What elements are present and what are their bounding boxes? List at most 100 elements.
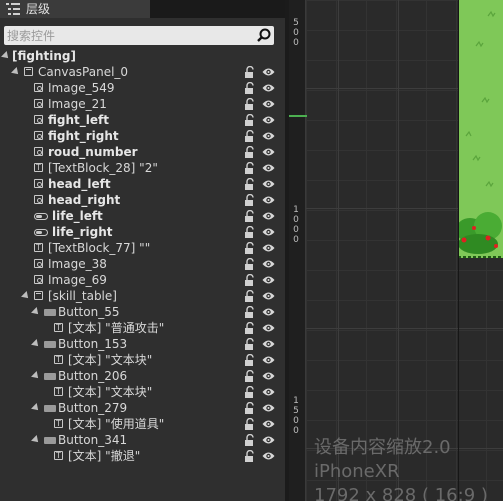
tree-row-label: [文本] "文本块" bbox=[68, 353, 153, 367]
tree-row[interactable]: Image_21 bbox=[0, 96, 285, 112]
image-icon bbox=[34, 115, 43, 124]
lock-icon[interactable] bbox=[244, 450, 256, 462]
expand-arrow-icon[interactable] bbox=[31, 307, 41, 317]
grid-line bbox=[306, 328, 503, 329]
eye-icon[interactable] bbox=[262, 243, 275, 253]
lock-icon[interactable] bbox=[244, 434, 256, 446]
eye-icon[interactable] bbox=[262, 355, 275, 365]
search-input[interactable] bbox=[7, 26, 247, 45]
eye-icon[interactable] bbox=[262, 371, 275, 381]
tree-row[interactable]: roud_number bbox=[0, 144, 285, 160]
tree-row[interactable]: Button_206 bbox=[0, 368, 285, 384]
tree-row[interactable]: head_left bbox=[0, 176, 285, 192]
eye-icon[interactable] bbox=[262, 83, 275, 93]
lock-icon[interactable] bbox=[244, 338, 256, 350]
lock-icon[interactable] bbox=[244, 98, 256, 110]
tree-row[interactable]: fight_left bbox=[0, 112, 285, 128]
lock-icon[interactable] bbox=[244, 322, 256, 334]
expand-arrow-icon[interactable] bbox=[1, 51, 11, 61]
tree-row[interactable]: [fighting] bbox=[0, 48, 285, 64]
designer-viewport[interactable]: 5 0 0 1 0 0 0 1 5 0 0 设备内容缩放2.0 iPhoneXR… bbox=[289, 0, 503, 501]
eye-icon[interactable] bbox=[262, 435, 275, 445]
tab-hierarchy[interactable]: 层级 bbox=[0, 0, 150, 18]
eye-icon[interactable] bbox=[262, 387, 275, 397]
tree-row[interactable]: fight_right bbox=[0, 128, 285, 144]
eye-icon[interactable] bbox=[262, 147, 275, 157]
eye-icon[interactable] bbox=[262, 163, 275, 173]
eye-icon[interactable] bbox=[262, 195, 275, 205]
lock-icon[interactable] bbox=[244, 226, 256, 238]
tree-row-label: Image_21 bbox=[48, 97, 107, 111]
eye-icon[interactable] bbox=[262, 227, 275, 237]
tree-row[interactable]: Button_341 bbox=[0, 432, 285, 448]
tree-row[interactable]: T [文本] "撤退" bbox=[0, 448, 285, 464]
device-scale-text: 设备内容缩放2.0 bbox=[314, 437, 451, 458]
tree-row[interactable]: Button_153 bbox=[0, 336, 285, 352]
lock-icon[interactable] bbox=[244, 386, 256, 398]
eye-icon[interactable] bbox=[262, 291, 275, 301]
eye-icon[interactable] bbox=[262, 275, 275, 285]
tree-row-label: Button_206 bbox=[58, 369, 128, 383]
lock-icon[interactable] bbox=[244, 402, 256, 414]
search-icon[interactable] bbox=[256, 28, 272, 44]
tree-row-label: [TextBlock_28] "2" bbox=[48, 161, 158, 175]
eye-icon[interactable] bbox=[262, 131, 275, 141]
button-icon bbox=[44, 405, 56, 412]
lock-icon[interactable] bbox=[244, 274, 256, 286]
expand-arrow-icon[interactable] bbox=[21, 291, 31, 301]
eye-icon[interactable] bbox=[262, 307, 275, 317]
eye-icon[interactable] bbox=[262, 179, 275, 189]
lock-icon[interactable] bbox=[244, 290, 256, 302]
tree-row[interactable]: [skill_table] bbox=[0, 288, 285, 304]
lock-icon[interactable] bbox=[244, 82, 256, 94]
lock-icon[interactable] bbox=[244, 210, 256, 222]
game-preview bbox=[456, 0, 503, 258]
expand-arrow-icon[interactable] bbox=[31, 371, 41, 381]
lock-icon[interactable] bbox=[244, 162, 256, 174]
lock-icon[interactable] bbox=[244, 418, 256, 430]
expand-arrow-icon[interactable] bbox=[31, 339, 41, 349]
lock-icon[interactable] bbox=[244, 354, 256, 366]
tree-row[interactable]: Image_38 bbox=[0, 256, 285, 272]
lock-icon[interactable] bbox=[244, 258, 256, 270]
expand-arrow-icon[interactable] bbox=[11, 67, 21, 77]
tree-row[interactable]: head_right bbox=[0, 192, 285, 208]
lock-icon[interactable] bbox=[244, 146, 256, 158]
lock-icon[interactable] bbox=[244, 178, 256, 190]
tree-row[interactable]: CanvasPanel_0 bbox=[0, 64, 285, 80]
tree-row-label: head_left bbox=[48, 177, 111, 191]
eye-icon[interactable] bbox=[262, 115, 275, 125]
tree-row[interactable]: T [TextBlock_77] "" bbox=[0, 240, 285, 256]
eye-icon[interactable] bbox=[262, 259, 275, 269]
eye-icon[interactable] bbox=[262, 339, 275, 349]
tree-row[interactable]: Button_279 bbox=[0, 400, 285, 416]
tree-row[interactable]: T [TextBlock_28] "2" bbox=[0, 160, 285, 176]
lock-icon[interactable] bbox=[244, 66, 256, 78]
eye-icon[interactable] bbox=[262, 99, 275, 109]
tree-row[interactable]: life_right bbox=[0, 224, 285, 240]
eye-icon[interactable] bbox=[262, 451, 275, 461]
eye-icon[interactable] bbox=[262, 211, 275, 221]
eye-icon[interactable] bbox=[262, 419, 275, 429]
image-icon bbox=[34, 275, 43, 284]
lock-icon[interactable] bbox=[244, 370, 256, 382]
eye-icon[interactable] bbox=[262, 403, 275, 413]
lock-icon[interactable] bbox=[244, 194, 256, 206]
lock-icon[interactable] bbox=[244, 130, 256, 142]
eye-icon[interactable] bbox=[262, 323, 275, 333]
lock-icon[interactable] bbox=[244, 114, 256, 126]
expand-arrow-icon[interactable] bbox=[31, 403, 41, 413]
expand-arrow-icon[interactable] bbox=[31, 435, 41, 445]
tree-row[interactable]: life_left bbox=[0, 208, 285, 224]
tree-row[interactable]: T [文本] "文本块" bbox=[0, 352, 285, 368]
tree-row[interactable]: T [文本] "文本块" bbox=[0, 384, 285, 400]
tree-row[interactable]: Image_69 bbox=[0, 272, 285, 288]
eye-icon[interactable] bbox=[262, 67, 275, 77]
search-box bbox=[4, 26, 274, 45]
lock-icon[interactable] bbox=[244, 306, 256, 318]
tree-row[interactable]: T [文本] "使用道具" bbox=[0, 416, 285, 432]
lock-icon[interactable] bbox=[244, 242, 256, 254]
tree-row[interactable]: Image_549 bbox=[0, 80, 285, 96]
tree-row[interactable]: Button_55 bbox=[0, 304, 285, 320]
tree-row[interactable]: T [文本] "普通攻击" bbox=[0, 320, 285, 336]
